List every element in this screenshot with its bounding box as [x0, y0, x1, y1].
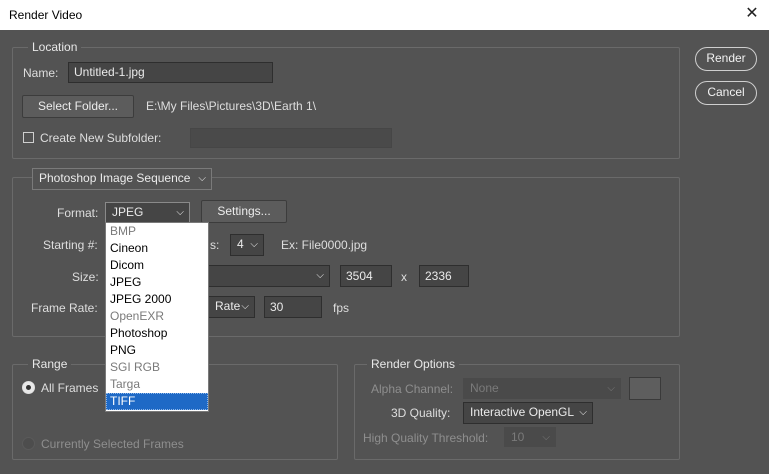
window-title: Render Video [9, 8, 83, 22]
color-swatch[interactable] [629, 377, 661, 400]
title-bar: Render Video ✕ [0, 0, 769, 30]
threshold-value: 10 [511, 430, 525, 444]
select-folder-button[interactable]: Select Folder... [22, 95, 134, 118]
starting-number-label: Starting #: [43, 238, 98, 252]
frame-rate-value: Rate [215, 299, 241, 313]
create-subfolder-label: Create New Subfolder: [40, 131, 162, 145]
size-preset-select[interactable]: ⌵ [208, 265, 330, 287]
chevron-down-icon: ⌵ [579, 407, 587, 418]
selected-frames-label: Currently Selected Frames [41, 437, 184, 451]
radio-dot-icon [26, 385, 31, 390]
fps-input[interactable]: 30 [264, 296, 322, 318]
threshold-label: High Quality Threshold: [363, 431, 489, 445]
chevron-down-icon: ⌵ [316, 270, 324, 281]
size-separator: x [401, 270, 407, 284]
all-frames-radio[interactable] [22, 381, 35, 394]
range-legend: Range [28, 357, 72, 371]
alpha-channel-value: None [470, 381, 499, 395]
sequence-type-select[interactable]: Photoshop Image Sequence ⌵ [32, 168, 212, 190]
format-option[interactable]: JPEG 2000 [106, 291, 208, 308]
format-option[interactable]: JPEG [106, 274, 208, 291]
frame-rate-select[interactable]: Rate ⌵ [208, 296, 255, 318]
chevron-down-icon: ⌵ [250, 239, 258, 250]
format-option[interactable]: Targa [106, 376, 208, 393]
size-label: Size: [72, 270, 99, 284]
cancel-button[interactable]: Cancel [695, 81, 757, 105]
chevron-down-icon: ⌵ [607, 383, 615, 394]
sequence-type-value: Photoshop Image Sequence [39, 171, 191, 185]
alpha-channel-label: Alpha Channel: [371, 382, 454, 396]
close-icon[interactable]: ✕ [744, 4, 760, 24]
format-value: JPEG [112, 205, 144, 219]
format-dropdown-list: BMP Cineon Dicom JPEG JPEG 2000 OpenEXR … [105, 222, 209, 412]
name-input[interactable]: Untitled-1.jpg [68, 62, 273, 83]
quality-value: Interactive OpenGL [470, 405, 575, 419]
format-label: Format: [57, 206, 99, 220]
selected-frames-radio[interactable] [22, 437, 35, 450]
all-frames-label: All Frames [41, 381, 99, 395]
width-input[interactable]: 3504 [340, 265, 392, 287]
digits-label: s: [210, 238, 220, 252]
subfolder-input[interactable] [190, 128, 392, 148]
format-option[interactable]: PNG [106, 342, 208, 359]
chevron-down-icon: ⌵ [198, 173, 206, 184]
quality-select[interactable]: Interactive OpenGL ⌵ [463, 402, 593, 424]
height-input[interactable]: 2336 [419, 265, 469, 287]
digits-value: 4 [237, 237, 244, 251]
fps-unit: fps [333, 301, 350, 315]
render-button[interactable]: Render [695, 47, 757, 71]
digits-select[interactable]: 4 ⌵ [230, 234, 264, 256]
create-subfolder-checkbox[interactable] [23, 132, 34, 143]
chevron-down-icon: ⌵ [176, 207, 184, 218]
render-options-legend: Render Options [367, 357, 460, 371]
folder-path: E:\My Files\Pictures\3D\Earth 1\ [146, 99, 317, 113]
format-select[interactable]: JPEG ⌵ [105, 202, 190, 223]
format-option[interactable]: SGI RGB [106, 359, 208, 376]
format-option[interactable]: TIFF [106, 393, 208, 410]
name-label: Name: [23, 66, 59, 80]
chevron-down-icon: ⌵ [241, 301, 249, 312]
format-option[interactable]: BMP [106, 223, 208, 240]
chevron-down-icon: ⌵ [542, 432, 550, 443]
format-option[interactable]: OpenEXR [106, 308, 208, 325]
frame-rate-label: Frame Rate: [31, 301, 98, 315]
location-legend: Location [28, 40, 82, 54]
settings-button[interactable]: Settings... [201, 200, 287, 223]
alpha-channel-select[interactable]: None ⌵ [463, 378, 621, 399]
format-option[interactable]: Photoshop [106, 325, 208, 342]
format-option[interactable]: Cineon [106, 240, 208, 257]
threshold-select[interactable]: 10 ⌵ [504, 427, 556, 447]
filename-example: Ex: File0000.jpg [281, 238, 368, 252]
format-option[interactable]: Dicom [106, 257, 208, 274]
quality-label: 3D Quality: [391, 406, 451, 420]
